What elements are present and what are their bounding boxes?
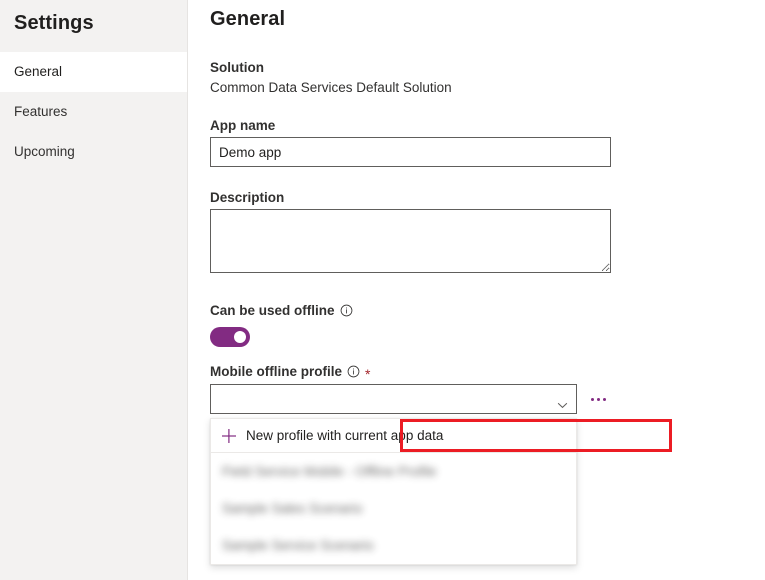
ellipsis-dot	[591, 398, 594, 401]
ellipsis-dot	[597, 398, 600, 401]
description-textarea[interactable]	[210, 209, 611, 273]
info-icon[interactable]	[347, 365, 360, 378]
toggle-knob	[234, 331, 246, 343]
dropdown-option-label: Field Service Mobile - Offline Profile	[222, 464, 436, 479]
settings-page: Settings General Features Upcoming Gener…	[0, 0, 765, 580]
page-title: General	[210, 8, 285, 31]
field-mobile-offline-profile: Mobile offline profile *	[210, 364, 609, 414]
field-app-name: App name	[210, 118, 611, 167]
required-asterisk: *	[365, 367, 370, 381]
sidebar-nav-list: General Features Upcoming	[0, 52, 187, 172]
app-name-label: App name	[210, 118, 611, 133]
dropdown-option-sample-service-scenario[interactable]: Sample Service Scenario	[211, 527, 576, 564]
mobile-offline-profile-label-row: Mobile offline profile *	[210, 364, 609, 379]
sidebar-item-upcoming[interactable]: Upcoming	[0, 132, 187, 172]
sidebar-title: Settings	[0, 0, 187, 52]
field-can-be-used-offline: Can be used offline	[210, 303, 353, 347]
settings-main-panel: General Solution Common Data Services De…	[188, 0, 765, 580]
solution-value: Common Data Services Default Solution	[210, 80, 452, 95]
dropdown-option-label: Sample Sales Scenario	[222, 501, 362, 516]
ellipsis-dot	[603, 398, 606, 401]
dropdown-option-label: New profile with current app data	[246, 428, 443, 443]
mobile-offline-profile-combo-row	[210, 384, 609, 414]
sidebar-item-features[interactable]: Features	[0, 92, 187, 132]
dropdown-option-sample-sales-scenario[interactable]: Sample Sales Scenario	[211, 490, 576, 527]
mobile-offline-profile-dropdown: New profile with current app data Field …	[210, 418, 577, 565]
settings-sidebar: Settings General Features Upcoming	[0, 0, 188, 580]
description-label: Description	[210, 190, 611, 205]
solution-label: Solution	[210, 60, 452, 75]
sidebar-item-label: General	[14, 64, 62, 79]
field-description: Description	[210, 190, 611, 273]
plus-icon	[222, 429, 236, 443]
chevron-down-icon[interactable]	[557, 396, 568, 403]
sidebar-item-label: Features	[14, 104, 67, 119]
dropdown-option-field-service-mobile[interactable]: Field Service Mobile - Offline Profile	[211, 453, 576, 490]
can-be-used-offline-toggle[interactable]	[210, 327, 250, 347]
dropdown-option-new-profile[interactable]: New profile with current app data	[211, 419, 576, 453]
can-be-used-offline-label-row: Can be used offline	[210, 303, 353, 318]
dropdown-option-label: Sample Service Scenario	[222, 538, 374, 553]
can-be-used-offline-label: Can be used offline	[210, 303, 335, 318]
mobile-offline-profile-label: Mobile offline profile	[210, 364, 342, 379]
mobile-offline-profile-combobox[interactable]	[210, 384, 577, 414]
app-name-input[interactable]	[210, 137, 611, 167]
info-icon[interactable]	[340, 304, 353, 317]
sidebar-item-general[interactable]: General	[0, 52, 187, 92]
overflow-ellipsis-button[interactable]	[588, 394, 609, 405]
sidebar-item-label: Upcoming	[14, 144, 75, 159]
field-solution: Solution Common Data Services Default So…	[210, 60, 452, 97]
